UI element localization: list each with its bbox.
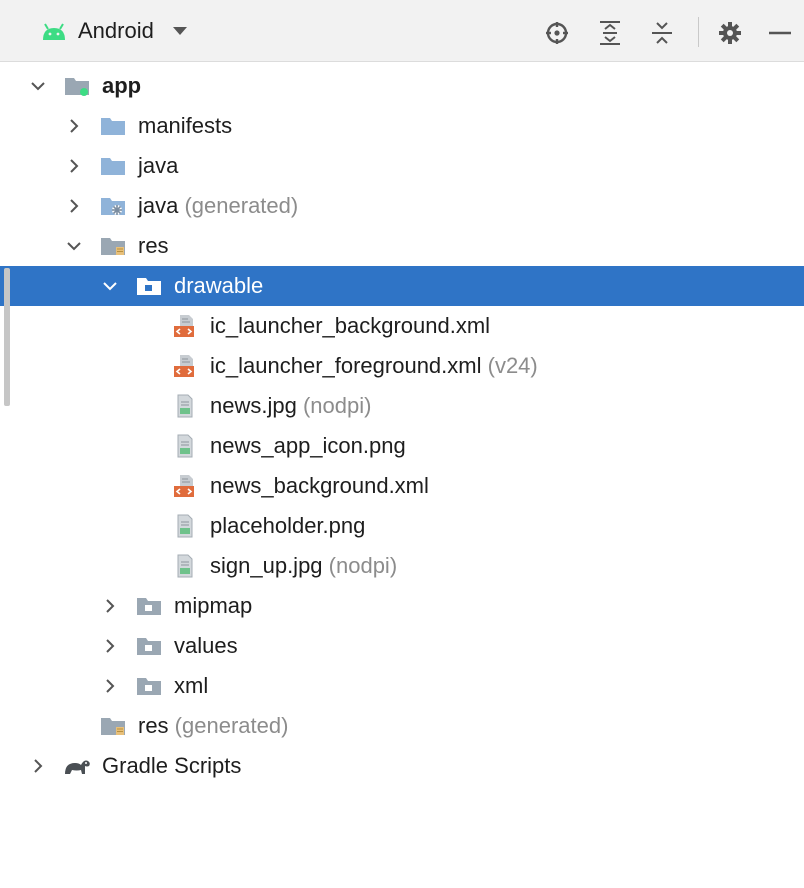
chevron-right-icon[interactable] [66, 118, 82, 134]
scrollbar[interactable] [4, 268, 10, 406]
tree-item-label: news.jpg (nodpi) [210, 392, 371, 420]
tree-item-hint: (generated) [168, 713, 289, 738]
tree-item-name: mipmap [174, 593, 253, 618]
image-file-icon [172, 554, 198, 578]
tree-item-name: res [138, 713, 169, 738]
xml-file-icon [172, 354, 198, 378]
tree-row[interactable]: java (generated) [0, 186, 804, 226]
tree-row[interactable]: Gradle Scripts [0, 746, 804, 786]
tree-item-name: java [138, 153, 179, 178]
collapse-all-icon[interactable] [648, 19, 676, 47]
tree-item-hint: (generated) [178, 193, 299, 218]
package-folder-icon [136, 634, 162, 658]
tree-item-name: placeholder.png [210, 513, 366, 538]
tree-item-name: app [102, 73, 142, 98]
tree-item-name: news_app_icon.png [210, 433, 406, 458]
hide-icon[interactable] [766, 19, 794, 47]
tree-item-label: java [138, 152, 178, 180]
chevron-down-icon[interactable] [102, 278, 118, 294]
tree-row[interactable]: ic_launcher_background.xml [0, 306, 804, 346]
tree-item-hint: (nodpi) [322, 553, 398, 578]
tree-item-name: values [174, 633, 238, 658]
tree-item-label: res (generated) [138, 712, 288, 740]
folder-icon [100, 114, 126, 138]
folder-icon [100, 154, 126, 178]
tree-item-name: manifests [138, 113, 233, 138]
tree-item-hint: (v24) [481, 353, 538, 378]
image-file-icon [172, 394, 198, 418]
tree-item-label: ic_launcher_background.xml [210, 312, 490, 340]
tree-row[interactable]: placeholder.png [0, 506, 804, 546]
tree-item-name: sign_up.jpg [210, 553, 323, 578]
chevron-down-icon[interactable] [66, 238, 82, 254]
tree-item-name: res [138, 233, 169, 258]
tree-item-label: news_background.xml [210, 472, 429, 500]
image-file-icon [172, 514, 198, 538]
chevron-right-icon[interactable] [102, 598, 118, 614]
tree-row[interactable]: java [0, 146, 804, 186]
generated-resources-folder-icon [100, 714, 126, 738]
chevron-right-icon[interactable] [30, 758, 46, 774]
tree-item-label: drawable [174, 272, 263, 300]
tree-row[interactable]: res [0, 226, 804, 266]
tree-item-name: ic_launcher_foreground.xml [210, 353, 482, 378]
select-opened-file-icon[interactable] [543, 19, 571, 47]
tree-item-label: java (generated) [138, 192, 298, 220]
toolbar-separator [698, 17, 699, 47]
chevron-right-icon[interactable] [102, 678, 118, 694]
xml-file-icon [172, 314, 198, 338]
tree-item-name: news.jpg [210, 393, 297, 418]
expand-all-icon[interactable] [596, 19, 624, 47]
chevron-right-icon[interactable] [66, 158, 82, 174]
tree-row[interactable]: res (generated) [0, 706, 804, 746]
tree-item-label: app [102, 72, 141, 100]
tree-item-name: xml [174, 673, 209, 698]
project-toolbar: Android [0, 0, 804, 62]
tree-item-name: ic_launcher_background.xml [210, 313, 491, 338]
tree-row[interactable]: mipmap [0, 586, 804, 626]
project-view-selector[interactable]: Android [40, 14, 188, 48]
chevron-down-icon [172, 27, 187, 35]
tree-item-name: Gradle Scripts [102, 753, 242, 778]
image-file-icon [172, 434, 198, 458]
module-folder-icon [64, 74, 90, 98]
android-icon [43, 23, 65, 40]
package-folder-icon [136, 674, 162, 698]
tree-item-label: xml [174, 672, 208, 700]
tree-item-name: drawable [174, 273, 264, 298]
tree-item-label: mipmap [174, 592, 252, 620]
generated-folder-icon [100, 194, 126, 218]
gradle-icon [62, 754, 90, 778]
gear-icon[interactable] [716, 19, 744, 47]
chevron-down-icon[interactable] [30, 78, 46, 94]
xml-file-icon [172, 474, 198, 498]
tree-row[interactable]: drawable [0, 266, 804, 306]
resources-folder-icon [100, 234, 126, 258]
package-folder-icon [136, 594, 162, 618]
project-view-label: Android [78, 18, 154, 43]
tree-row[interactable]: values [0, 626, 804, 666]
tree-row[interactable]: sign_up.jpg (nodpi) [0, 546, 804, 586]
tree-row[interactable]: ic_launcher_foreground.xml (v24) [0, 346, 804, 386]
tree-item-name: java [138, 193, 179, 218]
tree-row[interactable]: app [0, 66, 804, 106]
tree-row[interactable]: news.jpg (nodpi) [0, 386, 804, 426]
tree-row[interactable]: news_background.xml [0, 466, 804, 506]
tree-item-label: placeholder.png [210, 512, 365, 540]
tree-item-label: manifests [138, 112, 232, 140]
chevron-right-icon[interactable] [66, 198, 82, 214]
tree-row[interactable]: xml [0, 666, 804, 706]
tree-row[interactable]: manifests [0, 106, 804, 146]
tree-item-hint: (nodpi) [296, 393, 372, 418]
tree-item-label: sign_up.jpg (nodpi) [210, 552, 397, 580]
tree-item-label: res [138, 232, 169, 260]
package-folder-icon [136, 274, 162, 298]
tree-item-label: ic_launcher_foreground.xml (v24) [210, 352, 538, 380]
tree-item-label: news_app_icon.png [210, 432, 406, 460]
tree-item-label: Gradle Scripts [102, 752, 241, 780]
tree-item-name: news_background.xml [210, 473, 429, 498]
chevron-right-icon[interactable] [102, 638, 118, 654]
tree-item-label: values [174, 632, 238, 660]
tree-row[interactable]: news_app_icon.png [0, 426, 804, 466]
